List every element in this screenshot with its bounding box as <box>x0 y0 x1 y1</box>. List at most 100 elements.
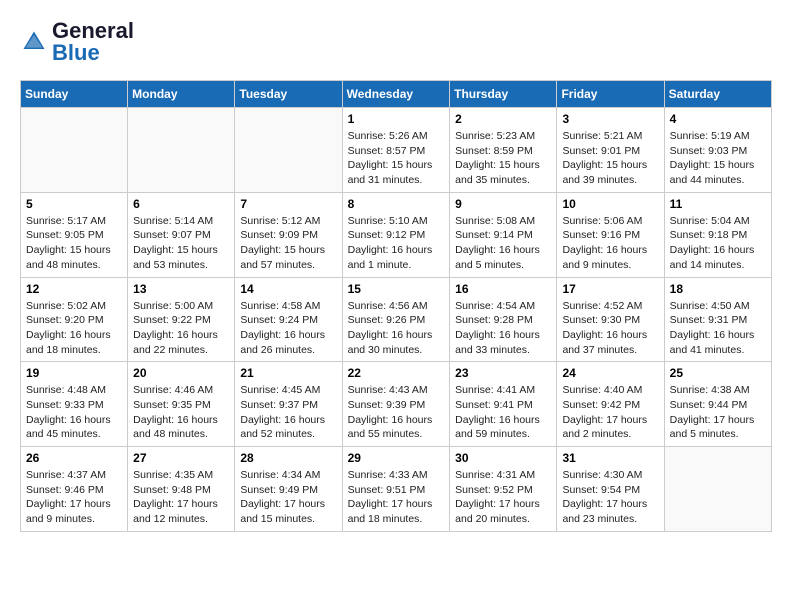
day-info: Sunrise: 5:10 AM Sunset: 9:12 PM Dayligh… <box>348 214 445 273</box>
calendar-cell: 3 Sunrise: 5:21 AM Sunset: 9:01 PM Daylig… <box>557 108 664 193</box>
day-number: 1 <box>348 112 445 126</box>
day-info: Sunrise: 5:12 AM Sunset: 9:09 PM Dayligh… <box>240 214 336 273</box>
calendar-cell: 24 Sunrise: 4:40 AM Sunset: 9:42 PM Dayli… <box>557 362 664 447</box>
calendar-week-row: 26 Sunrise: 4:37 AM Sunset: 9:46 PM Dayli… <box>21 447 772 532</box>
day-number: 20 <box>133 366 229 380</box>
day-info: Sunrise: 4:43 AM Sunset: 9:39 PM Dayligh… <box>348 383 445 442</box>
calendar-cell: 31Sunrise: 4:30 AM Sunset: 9:54 PM Dayli… <box>557 447 664 532</box>
calendar-cell: 27 Sunrise: 4:35 AM Sunset: 9:48 PM Dayli… <box>128 447 235 532</box>
calendar-cell: 17 Sunrise: 4:52 AM Sunset: 9:30 PM Dayli… <box>557 277 664 362</box>
day-number: 4 <box>670 112 766 126</box>
day-number: 13 <box>133 282 229 296</box>
calendar-cell: 18 Sunrise: 4:50 AM Sunset: 9:31 PM Dayli… <box>664 277 771 362</box>
calendar-header-tuesday: Tuesday <box>235 81 342 108</box>
day-info: Sunrise: 5:19 AM Sunset: 9:03 PM Dayligh… <box>670 129 766 188</box>
calendar-header-friday: Friday <box>557 81 664 108</box>
day-number: 28 <box>240 451 336 465</box>
calendar-cell: 20 Sunrise: 4:46 AM Sunset: 9:35 PM Dayli… <box>128 362 235 447</box>
day-info: Sunrise: 5:23 AM Sunset: 8:59 PM Dayligh… <box>455 129 551 188</box>
day-number: 29 <box>348 451 445 465</box>
day-info: Sunrise: 4:35 AM Sunset: 9:48 PM Dayligh… <box>133 468 229 527</box>
calendar-cell: 21 Sunrise: 4:45 AM Sunset: 9:37 PM Dayli… <box>235 362 342 447</box>
calendar-cell: 22 Sunrise: 4:43 AM Sunset: 9:39 PM Dayli… <box>342 362 450 447</box>
calendar-header-thursday: Thursday <box>450 81 557 108</box>
day-number: 15 <box>348 282 445 296</box>
day-info: Sunrise: 5:04 AM Sunset: 9:18 PM Dayligh… <box>670 214 766 273</box>
day-info: Sunrise: 4:41 AM Sunset: 9:41 PM Dayligh… <box>455 383 551 442</box>
calendar-cell: 10Sunrise: 5:06 AM Sunset: 9:16 PM Dayli… <box>557 192 664 277</box>
day-info: Sunrise: 4:40 AM Sunset: 9:42 PM Dayligh… <box>562 383 658 442</box>
calendar-cell: 9 Sunrise: 5:08 AM Sunset: 9:14 PM Daylig… <box>450 192 557 277</box>
day-info: Sunrise: 5:26 AM Sunset: 8:57 PM Dayligh… <box>348 129 445 188</box>
day-number: 30 <box>455 451 551 465</box>
calendar-week-row: 19 Sunrise: 4:48 AM Sunset: 9:33 PM Dayli… <box>21 362 772 447</box>
day-info: Sunrise: 5:06 AM Sunset: 9:16 PM Dayligh… <box>562 214 658 273</box>
calendar-header-monday: Monday <box>128 81 235 108</box>
calendar-cell: 26 Sunrise: 4:37 AM Sunset: 9:46 PM Dayli… <box>21 447 128 532</box>
day-number: 18 <box>670 282 766 296</box>
day-number: 3 <box>562 112 658 126</box>
calendar-cell: 8 Sunrise: 5:10 AM Sunset: 9:12 PM Daylig… <box>342 192 450 277</box>
calendar-week-row: 1 Sunrise: 5:26 AM Sunset: 8:57 PM Daylig… <box>21 108 772 193</box>
day-number: 24 <box>562 366 658 380</box>
calendar-cell: 7 Sunrise: 5:12 AM Sunset: 9:09 PM Daylig… <box>235 192 342 277</box>
day-info: Sunrise: 4:37 AM Sunset: 9:46 PM Dayligh… <box>26 468 122 527</box>
calendar-cell: 16Sunrise: 4:54 AM Sunset: 9:28 PM Dayli… <box>450 277 557 362</box>
calendar-week-row: 12 Sunrise: 5:02 AM Sunset: 9:20 PM Dayli… <box>21 277 772 362</box>
day-number: 26 <box>26 451 122 465</box>
day-info: Sunrise: 4:58 AM Sunset: 9:24 PM Dayligh… <box>240 299 336 358</box>
day-number: 27 <box>133 451 229 465</box>
day-info: Sunrise: 5:08 AM Sunset: 9:14 PM Dayligh… <box>455 214 551 273</box>
day-info: Sunrise: 5:00 AM Sunset: 9:22 PM Dayligh… <box>133 299 229 358</box>
day-info: Sunrise: 4:34 AM Sunset: 9:49 PM Dayligh… <box>240 468 336 527</box>
logo: GeneralBlue <box>20 20 134 64</box>
day-number: 31 <box>562 451 658 465</box>
page-header: GeneralBlue <box>20 20 772 64</box>
calendar-cell: 25 Sunrise: 4:38 AM Sunset: 9:44 PM Dayli… <box>664 362 771 447</box>
day-info: Sunrise: 4:33 AM Sunset: 9:51 PM Dayligh… <box>348 468 445 527</box>
calendar-week-row: 5 Sunrise: 5:17 AM Sunset: 9:05 PM Daylig… <box>21 192 772 277</box>
day-info: Sunrise: 5:02 AM Sunset: 9:20 PM Dayligh… <box>26 299 122 358</box>
day-number: 6 <box>133 197 229 211</box>
day-info: Sunrise: 4:31 AM Sunset: 9:52 PM Dayligh… <box>455 468 551 527</box>
day-number: 19 <box>26 366 122 380</box>
calendar-cell: 30 Sunrise: 4:31 AM Sunset: 9:52 PM Dayli… <box>450 447 557 532</box>
day-number: 7 <box>240 197 336 211</box>
calendar-cell: 2Sunrise: 5:23 AM Sunset: 8:59 PM Daylig… <box>450 108 557 193</box>
calendar-cell: 5 Sunrise: 5:17 AM Sunset: 9:05 PM Daylig… <box>21 192 128 277</box>
day-info: Sunrise: 5:17 AM Sunset: 9:05 PM Dayligh… <box>26 214 122 273</box>
day-info: Sunrise: 4:46 AM Sunset: 9:35 PM Dayligh… <box>133 383 229 442</box>
calendar-cell: 14 Sunrise: 4:58 AM Sunset: 9:24 PM Dayli… <box>235 277 342 362</box>
day-number: 12 <box>26 282 122 296</box>
day-number: 17 <box>562 282 658 296</box>
day-number: 22 <box>348 366 445 380</box>
day-number: 16 <box>455 282 551 296</box>
logo-text: GeneralBlue <box>52 20 134 64</box>
day-info: Sunrise: 4:52 AM Sunset: 9:30 PM Dayligh… <box>562 299 658 358</box>
calendar-cell: 1 Sunrise: 5:26 AM Sunset: 8:57 PM Daylig… <box>342 108 450 193</box>
calendar-cell <box>21 108 128 193</box>
calendar-cell: 19 Sunrise: 4:48 AM Sunset: 9:33 PM Dayli… <box>21 362 128 447</box>
calendar-table: SundayMondayTuesdayWednesdayThursdayFrid… <box>20 80 772 532</box>
calendar-cell <box>235 108 342 193</box>
day-number: 21 <box>240 366 336 380</box>
day-number: 9 <box>455 197 551 211</box>
day-info: Sunrise: 4:45 AM Sunset: 9:37 PM Dayligh… <box>240 383 336 442</box>
day-info: Sunrise: 5:14 AM Sunset: 9:07 PM Dayligh… <box>133 214 229 273</box>
day-number: 8 <box>348 197 445 211</box>
calendar-header-sunday: Sunday <box>21 81 128 108</box>
calendar-cell <box>128 108 235 193</box>
day-info: Sunrise: 4:38 AM Sunset: 9:44 PM Dayligh… <box>670 383 766 442</box>
day-number: 23 <box>455 366 551 380</box>
day-info: Sunrise: 5:21 AM Sunset: 9:01 PM Dayligh… <box>562 129 658 188</box>
calendar-cell: 23 Sunrise: 4:41 AM Sunset: 9:41 PM Dayli… <box>450 362 557 447</box>
day-number: 25 <box>670 366 766 380</box>
day-info: Sunrise: 4:50 AM Sunset: 9:31 PM Dayligh… <box>670 299 766 358</box>
calendar-cell: 4 Sunrise: 5:19 AM Sunset: 9:03 PM Daylig… <box>664 108 771 193</box>
calendar-header-wednesday: Wednesday <box>342 81 450 108</box>
day-info: Sunrise: 4:48 AM Sunset: 9:33 PM Dayligh… <box>26 383 122 442</box>
calendar-cell: 29 Sunrise: 4:33 AM Sunset: 9:51 PM Dayli… <box>342 447 450 532</box>
calendar-header-saturday: Saturday <box>664 81 771 108</box>
day-number: 14 <box>240 282 336 296</box>
day-number: 5 <box>26 197 122 211</box>
